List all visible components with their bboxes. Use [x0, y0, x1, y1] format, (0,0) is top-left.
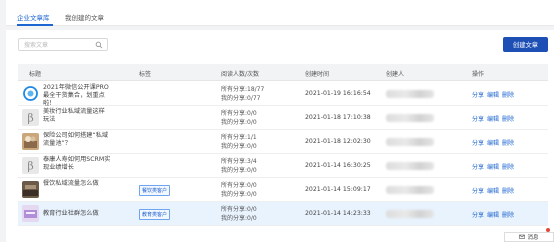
delete-link[interactable]: 删除: [502, 188, 514, 195]
article-title[interactable]: 美妆行业私域流量这样玩法: [43, 108, 111, 124]
create-article-button[interactable]: 创建文章: [503, 37, 548, 52]
reads-mine: 我的分享:0/0: [221, 119, 257, 126]
created-time: 2021-01-14 16:30:25: [305, 162, 371, 169]
table-row: β 泰康人寿如何用SCRM实现业绩增长 所有分享:3/4 我的分享:0/0 20…: [18, 154, 548, 178]
b-logo-thumb-icon: β: [22, 157, 39, 174]
insurance-thumb-icon: [22, 133, 39, 150]
header-creator: 创建人: [386, 71, 405, 78]
reads-all: 所有分享:1/1: [221, 134, 257, 141]
delete-link[interactable]: 删除: [502, 116, 514, 123]
creator-blurred: [386, 90, 434, 98]
svg-text:β: β: [27, 160, 33, 173]
header-operations: 操作: [472, 71, 485, 78]
share-link[interactable]: 分享: [472, 164, 484, 171]
wechat-thumb-icon: [22, 85, 39, 102]
read-stats: 所有分享:3/4 我的分享:0/0: [221, 157, 257, 175]
restaurant-thumb-icon: [22, 181, 39, 198]
header-created-time: 创建时间: [305, 71, 330, 78]
edit-link[interactable]: 编辑: [487, 92, 499, 99]
active-tab-indicator: [17, 24, 53, 26]
edit-link[interactable]: 编辑: [487, 188, 499, 195]
article-title[interactable]: 保险公司如何搭建“私域流量池”？: [43, 132, 111, 148]
b-logo-thumb-icon: β: [22, 109, 39, 126]
read-stats: 所有分享:0/0 我的分享:0/0: [221, 109, 257, 127]
delete-link[interactable]: 删除: [502, 92, 514, 99]
reads-all: 所有分享:0/0: [221, 206, 257, 213]
header-reads: 阅读人数/次数: [221, 71, 260, 78]
read-stats: 所有分享:18/77 我的分享:0/77: [221, 85, 264, 103]
search-icon[interactable]: [95, 41, 103, 49]
message-button[interactable]: 消息: [504, 232, 554, 242]
header-tag: 标签: [139, 71, 152, 78]
share-link[interactable]: 分享: [472, 140, 484, 147]
reads-mine: 我的分享:0/0: [221, 143, 257, 150]
header-title: 标题: [29, 71, 42, 78]
table-row: 保险公司如何搭建“私域流量池”？ 所有分享:1/1 我的分享:0/0 2021-…: [18, 130, 548, 154]
article-tag: 教育类客户: [139, 209, 171, 220]
message-icon: [519, 234, 526, 239]
row-actions: 分享 编辑 删除: [472, 114, 517, 123]
delete-link[interactable]: 删除: [502, 212, 514, 219]
read-stats: 所有分享:0/0 我的分享:0/0: [221, 181, 257, 199]
svg-text:β: β: [27, 112, 33, 125]
creator-blurred: [386, 210, 434, 218]
creator-blurred: [386, 138, 434, 146]
creator-blurred: [386, 162, 434, 170]
message-label: 消息: [527, 235, 539, 241]
article-title[interactable]: 泰康人寿如何用SCRM实现业绩增长: [43, 156, 111, 172]
created-time: 2021-01-19 16:16:54: [305, 90, 371, 97]
edit-link[interactable]: 编辑: [487, 140, 499, 147]
reads-all: 所有分享:18/77: [221, 86, 265, 93]
education-thumb-icon: [22, 205, 39, 222]
share-link[interactable]: 分享: [472, 212, 484, 219]
table-row: β 美妆行业私域流量这样玩法 所有分享:0/0 我的分享:0/0 2021-01…: [18, 106, 548, 130]
created-time: 2021-01-18 17:10:38: [305, 114, 371, 121]
tab-my-articles[interactable]: 我创建的文章: [65, 12, 104, 22]
share-link[interactable]: 分享: [472, 92, 484, 99]
share-link[interactable]: 分享: [472, 188, 484, 195]
article-title[interactable]: 2021年微信公开课PRO最全干货集合，划重点啦！: [43, 84, 111, 108]
delete-link[interactable]: 删除: [502, 164, 514, 171]
share-link[interactable]: 分享: [472, 116, 484, 123]
creator-blurred: [386, 114, 434, 122]
reads-mine: 我的分享:0/0: [221, 215, 257, 222]
created-time: 2021-01-14 14:23:33: [305, 210, 371, 217]
row-actions: 分享 编辑 删除: [472, 162, 517, 171]
search-input[interactable]: [24, 41, 94, 49]
page: 企业文章库 我创建的文章 创建文章 标题 标签 阅读人数/次数 创建时间 创建人…: [0, 0, 554, 242]
table-row: 餐饮私域流量怎么做 餐饮类客户 所有分享:0/0 我的分享:0/0 2021-0…: [18, 178, 548, 202]
creator-blurred: [386, 186, 434, 194]
created-time: 2021-01-18 12:02:30: [305, 138, 371, 145]
table-header: 标题 标签 阅读人数/次数 创建时间 创建人 操作: [18, 64, 548, 81]
reads-mine: 我的分享:0/0: [221, 191, 257, 198]
reads-all: 所有分享:3/4: [221, 158, 257, 165]
reads-mine: 我的分享:0/0: [221, 167, 257, 174]
edit-link[interactable]: 编辑: [487, 116, 499, 123]
row-actions: 分享 编辑 删除: [472, 138, 517, 147]
edit-link[interactable]: 编辑: [487, 164, 499, 171]
edit-link[interactable]: 编辑: [487, 212, 499, 219]
reads-all: 所有分享:0/0: [221, 110, 257, 117]
tab-enterprise-library[interactable]: 企业文章库: [17, 12, 50, 22]
reads-mine: 我的分享:0/77: [221, 95, 261, 102]
table-row: 2021年微信公开课PRO最全干货集合，划重点啦！ 所有分享:18/77 我的分…: [18, 82, 548, 108]
search-box: [18, 38, 108, 51]
tab-bar: 企业文章库 我创建的文章: [6, 0, 554, 26]
reads-all: 所有分享:0/0: [221, 182, 257, 189]
delete-link[interactable]: 删除: [502, 140, 514, 147]
article-panel: 创建文章 标题 标签 阅读人数/次数 创建时间 创建人 操作 2021年微信公开…: [6, 30, 554, 242]
article-title[interactable]: 教育行业社群怎么做: [43, 210, 111, 218]
article-tag: 餐饮类客户: [139, 185, 171, 196]
row-actions: 分享 编辑 删除: [472, 186, 517, 195]
row-actions: 分享 编辑 删除: [472, 90, 517, 99]
table-row: 教育行业社群怎么做 教育类客户 所有分享:0/0 我的分享:0/0 2021-0…: [18, 202, 548, 226]
created-time: 2021-01-14 15:09:17: [305, 186, 371, 193]
read-stats: 所有分享:0/0 我的分享:0/0: [221, 205, 257, 223]
article-title[interactable]: 餐饮私域流量怎么做: [43, 180, 111, 188]
read-stats: 所有分享:1/1 我的分享:0/0: [221, 133, 257, 151]
row-actions: 分享 编辑 删除: [472, 210, 517, 219]
